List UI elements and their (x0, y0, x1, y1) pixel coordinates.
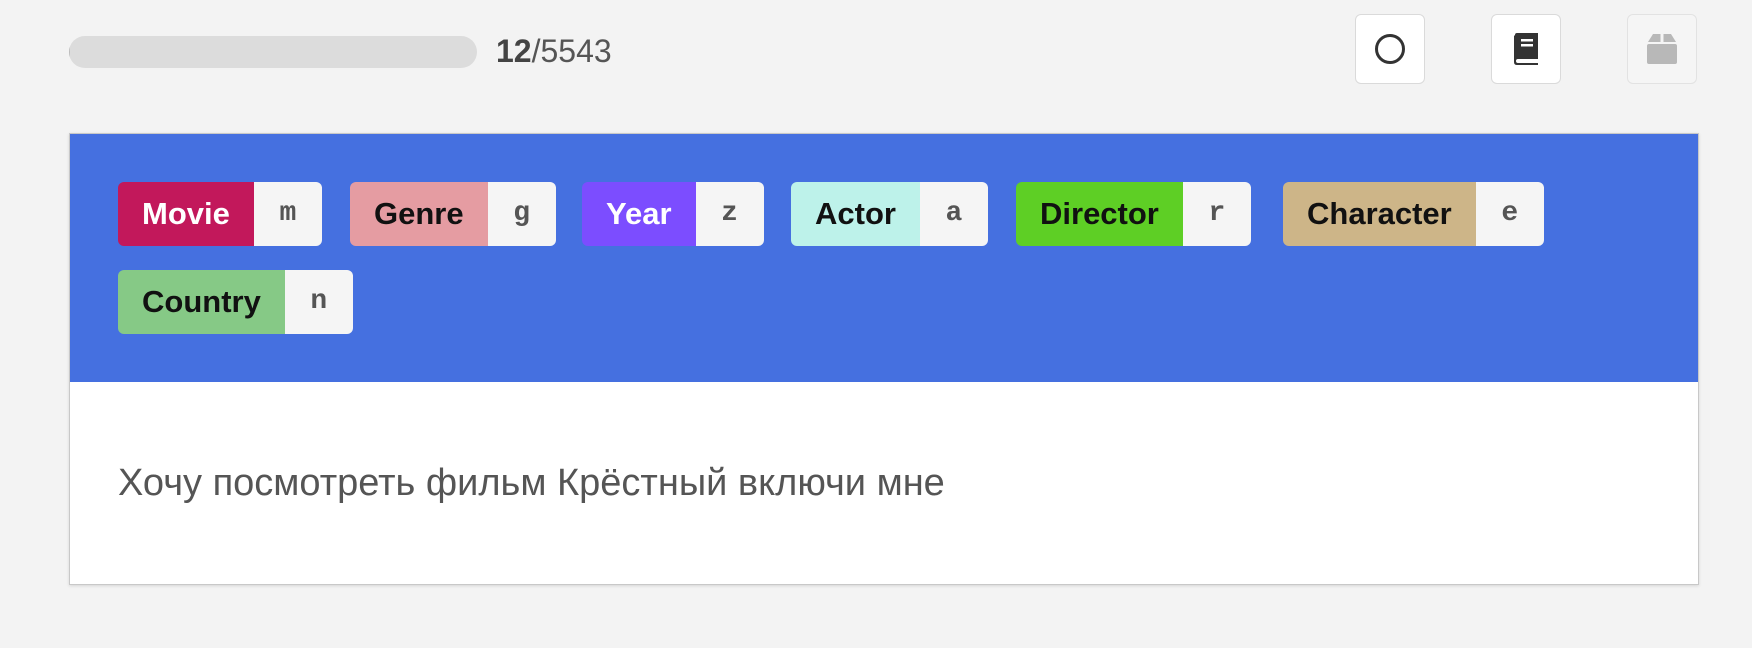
label-chip-genre[interactable]: Genre g (350, 182, 556, 246)
top-bar: 12/5543 (0, 0, 1752, 100)
progress-total: 5543 (540, 33, 612, 69)
label-shortcut-key: m (253, 182, 322, 246)
label-shortcut-key: n (284, 270, 353, 334)
progress-counter: 12/5543 (496, 30, 612, 72)
book-icon (1514, 33, 1538, 65)
guideline-button[interactable] (1491, 14, 1561, 84)
document-text[interactable]: Хочу посмотреть фильм Крёстный включи мн… (118, 462, 945, 505)
label-chip-year[interactable]: Year z (582, 182, 764, 246)
label-name: Character (1283, 182, 1476, 246)
progress-current: 12 (496, 33, 532, 69)
progress-bar (69, 36, 477, 68)
label-chip-country[interactable]: Country n (118, 270, 353, 334)
label-name: Actor (791, 182, 920, 246)
annotation-panel: Movie m Genre g Year z Actor a Director … (69, 133, 1699, 585)
label-name: Year (582, 182, 696, 246)
label-chip-movie[interactable]: Movie m (118, 182, 322, 246)
archive-button[interactable] (1627, 14, 1697, 84)
label-shortcut-key: r (1182, 182, 1251, 246)
label-chip-actor[interactable]: Actor a (791, 182, 988, 246)
circle-icon (1375, 34, 1405, 64)
progress-bar-fill (69, 36, 70, 68)
label-bar: Movie m Genre g Year z Actor a Director … (70, 134, 1698, 382)
label-shortcut-key: z (695, 182, 764, 246)
label-name: Country (118, 270, 285, 334)
document-text-area[interactable]: Хочу посмотреть фильм Крёстный включи мн… (70, 382, 1698, 584)
label-chip-director[interactable]: Director r (1016, 182, 1251, 246)
archive-box-icon (1647, 34, 1677, 64)
clear-button[interactable] (1355, 14, 1425, 84)
label-chip-character[interactable]: Character e (1283, 182, 1544, 246)
label-name: Movie (118, 182, 254, 246)
label-name: Genre (350, 182, 488, 246)
label-shortcut-key: e (1475, 182, 1544, 246)
label-name: Director (1016, 182, 1183, 246)
label-shortcut-key: g (487, 182, 556, 246)
label-shortcut-key: a (919, 182, 988, 246)
